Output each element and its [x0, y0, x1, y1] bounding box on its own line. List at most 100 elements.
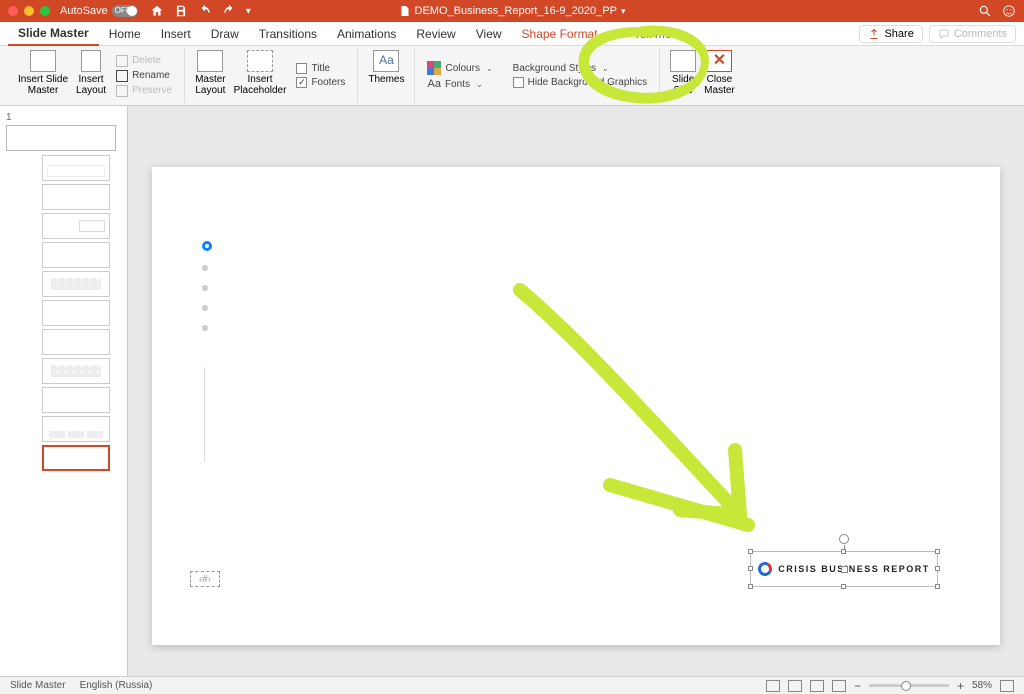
toggle-switch[interactable]: OFF	[112, 5, 138, 17]
master-layout-label: Master Layout	[195, 74, 226, 96]
master-thumbnail[interactable]	[6, 125, 116, 151]
tab-slide-master[interactable]: Slide Master	[8, 22, 99, 46]
background-styles-button[interactable]: Background Styles⌄	[509, 62, 652, 75]
rename-button[interactable]: Rename	[112, 69, 176, 83]
share-button[interactable]: Share	[859, 25, 922, 43]
rotate-handle[interactable]	[839, 534, 849, 544]
insert-layout-button[interactable]: Insert Layout	[72, 48, 110, 98]
zoom-in-button[interactable]: +	[957, 679, 964, 693]
zoom-slider[interactable]	[869, 684, 949, 687]
close-master-icon: ✕	[706, 50, 732, 72]
logo-placeholder-selected[interactable]: CRISIS BUSINESS REPORT	[750, 551, 938, 587]
layout-thumbnail[interactable]	[42, 271, 110, 297]
title-checkbox[interactable]: Title	[292, 62, 349, 75]
resize-handle[interactable]	[841, 584, 846, 589]
layout-thumbnail[interactable]	[42, 416, 110, 442]
layout-thumbnail[interactable]	[42, 155, 110, 181]
resize-handle[interactable]	[935, 566, 940, 571]
bullet-list	[202, 241, 212, 331]
preserve-button: Preserve	[112, 84, 176, 98]
layout-thumbnail[interactable]	[42, 184, 110, 210]
slideshow-view-button[interactable]	[832, 680, 846, 692]
layout-thumbnail[interactable]	[42, 358, 110, 384]
insert-placeholder-label: Insert Placeholder	[234, 74, 287, 96]
tab-animations[interactable]: Animations	[327, 23, 406, 45]
fit-to-window-button[interactable]	[1000, 680, 1014, 692]
fonts-icon: Aa	[427, 78, 440, 90]
canvas-area[interactable]: ‹#› CRISIS BUSINESS REPORT	[128, 106, 1024, 676]
document-title: DEMO_Business_Report_16-9_2020_PP ▾	[399, 5, 626, 17]
slide-size-label: Slide Size	[672, 74, 694, 96]
resize-handle[interactable]	[748, 549, 753, 554]
layout-thumbnail[interactable]	[42, 329, 110, 355]
filename-label: DEMO_Business_Report_16-9_2020_PP	[415, 5, 617, 17]
smiley-icon[interactable]	[1002, 4, 1016, 18]
page-number-placeholder[interactable]: ‹#›	[190, 571, 220, 587]
maximize-window-icon[interactable]	[40, 6, 50, 16]
hide-background-checkbox[interactable]: Hide Background Graphics	[509, 76, 652, 89]
zoom-level[interactable]: 58%	[972, 680, 992, 691]
home-icon[interactable]	[150, 4, 164, 18]
reading-view-button[interactable]	[810, 680, 824, 692]
insert-layout-label: Insert Layout	[76, 74, 106, 96]
normal-view-button[interactable]	[766, 680, 780, 692]
search-icon[interactable]	[978, 4, 992, 18]
placeholder-icon	[247, 50, 273, 72]
minimize-window-icon[interactable]	[24, 6, 34, 16]
close-master-button[interactable]: ✕ Close Master	[700, 48, 739, 98]
share-label: Share	[884, 28, 913, 40]
sorter-view-button[interactable]	[788, 680, 802, 692]
themes-button[interactable]: Aa Themes	[364, 48, 408, 87]
tell-me-label: Tell me	[634, 27, 672, 41]
master-layout-icon	[197, 50, 223, 72]
fonts-button[interactable]: AaFonts⌄	[423, 77, 496, 91]
bullet-active	[202, 241, 212, 251]
resize-handle[interactable]	[935, 584, 940, 589]
tab-transitions[interactable]: Transitions	[249, 23, 327, 45]
close-window-icon[interactable]	[8, 6, 18, 16]
tab-home[interactable]: Home	[99, 23, 151, 45]
undo-icon[interactable]	[198, 4, 212, 18]
slide-canvas[interactable]: ‹#› CRISIS BUSINESS REPORT	[152, 167, 1000, 645]
resize-handle[interactable]	[748, 566, 753, 571]
resize-handle[interactable]	[748, 584, 753, 589]
tab-view[interactable]: View	[466, 23, 512, 45]
layout-thumbnail[interactable]	[42, 300, 110, 326]
main-area: 1 ‹#›	[0, 106, 1024, 676]
logo-icon	[756, 560, 774, 578]
tab-insert[interactable]: Insert	[151, 23, 201, 45]
layout-thumbnail[interactable]	[42, 242, 110, 268]
resize-handle[interactable]	[935, 549, 940, 554]
logo-text: CRISIS BUSINESS REPORT	[778, 564, 930, 574]
save-icon[interactable]	[174, 4, 188, 18]
share-icon	[868, 28, 880, 40]
layout-icon	[81, 50, 101, 72]
slide-size-button[interactable]: Slide Size	[666, 48, 700, 98]
tell-me-search[interactable]: Tell me	[618, 27, 672, 41]
slide-master-icon	[30, 50, 56, 72]
title-bar: AutoSave OFF ▾ DEMO_Business_Report_16-9…	[0, 0, 1024, 22]
layout-thumbnail-selected[interactable]	[42, 445, 110, 471]
thumbnail-panel[interactable]: 1	[0, 106, 128, 676]
slide-number: 1	[6, 112, 121, 123]
insert-placeholder-button[interactable]: Insert Placeholder	[230, 48, 291, 98]
comments-label: Comments	[954, 28, 1007, 40]
master-layout-button[interactable]: Master Layout	[191, 48, 230, 98]
layout-thumbnail[interactable]	[42, 213, 110, 239]
zoom-out-button[interactable]: −	[854, 679, 861, 693]
status-language[interactable]: English (Russia)	[80, 680, 153, 691]
tab-shape-format[interactable]: Shape Format	[512, 23, 608, 45]
tab-draw[interactable]: Draw	[201, 23, 249, 45]
insert-slide-master-button[interactable]: Insert Slide Master	[14, 48, 72, 98]
redo-icon[interactable]	[222, 4, 236, 18]
title-dropdown-icon[interactable]: ▾	[621, 6, 626, 17]
autosave-toggle[interactable]: AutoSave OFF	[60, 5, 138, 17]
layout-thumbnail[interactable]	[42, 387, 110, 413]
footers-checkbox[interactable]: Footers	[292, 76, 349, 89]
comments-button[interactable]: Comments	[929, 25, 1016, 43]
tab-review[interactable]: Review	[406, 23, 465, 45]
colours-button[interactable]: Colours⌄	[423, 60, 496, 76]
bullet	[202, 265, 208, 271]
qat-more-icon[interactable]: ▾	[246, 6, 251, 17]
resize-handle[interactable]	[841, 549, 846, 554]
